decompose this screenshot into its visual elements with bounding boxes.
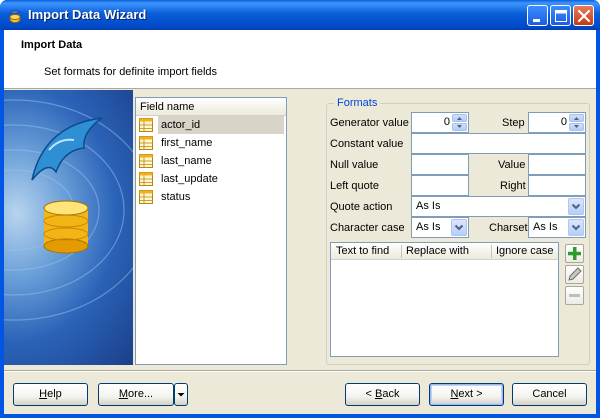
field-list-header[interactable]: Field name <box>136 98 286 116</box>
wizard-client-area: Import Data Set formats for definite imp… <box>4 30 596 414</box>
replace-table-header: Text to find Replace with Ignore case <box>331 243 558 260</box>
field-name: status <box>161 191 191 203</box>
null-value-label: Null value <box>330 159 379 171</box>
minimize-button[interactable] <box>527 5 548 26</box>
more-dropdown-button[interactable] <box>174 383 188 406</box>
spin-up-icon[interactable] <box>452 114 467 122</box>
table-field-icon <box>139 154 153 168</box>
chevron-down-icon[interactable] <box>568 198 584 215</box>
generator-value: 0 <box>443 116 450 128</box>
bottom-separator <box>4 370 596 372</box>
right-quote-label: Right <box>500 180 526 192</box>
cancel-button[interactable]: Cancel <box>512 383 587 406</box>
chevron-down-icon <box>177 393 185 397</box>
right-quote-input[interactable] <box>528 175 586 196</box>
edit-replace-button[interactable] <box>565 265 584 284</box>
list-item[interactable]: last_update <box>136 170 286 188</box>
character-case-select[interactable]: As Is <box>411 217 469 238</box>
charset-select[interactable]: As Is <box>528 217 586 238</box>
dolphin-db-icon <box>4 99 133 321</box>
list-item[interactable]: last_name <box>136 152 286 170</box>
help-button[interactable]: Help <box>13 383 88 406</box>
maximize-button[interactable] <box>550 5 571 26</box>
formats-legend: Formats <box>334 97 381 109</box>
page-title: Import Data <box>21 39 83 51</box>
null-value-input[interactable] <box>411 154 469 175</box>
generator-value-spinner[interactable]: 0 <box>411 112 469 133</box>
list-item[interactable]: first_name <box>136 134 286 152</box>
quote-action-label: Quote action <box>330 201 393 213</box>
replace-table[interactable]: Text to find Replace with Ignore case <box>330 242 559 357</box>
field-name: first_name <box>161 137 213 149</box>
quote-action-value: As Is <box>416 200 441 212</box>
back-button[interactable]: < Back <box>345 383 420 406</box>
spin-up-icon[interactable] <box>569 114 584 122</box>
field-name: actor_id <box>158 116 284 134</box>
column-text-to-find[interactable]: Text to find <box>336 245 389 257</box>
next-button[interactable]: Next > <box>429 383 504 406</box>
remove-replace-button[interactable] <box>565 286 584 305</box>
constant-value-label: Constant value <box>330 138 404 150</box>
step-label: Step <box>502 117 525 129</box>
field-list[interactable]: Field name actor_id first_name last_namela… <box>135 97 287 365</box>
field-name: last_update <box>161 173 218 185</box>
app-icon <box>7 8 23 24</box>
chevron-down-icon[interactable] <box>451 219 467 236</box>
character-case-label: Character case <box>330 222 405 234</box>
value-input[interactable] <box>528 154 586 175</box>
value-label: Value <box>498 159 526 171</box>
close-button[interactable] <box>573 5 594 26</box>
spin-down-icon[interactable] <box>452 123 467 131</box>
table-field-icon <box>139 172 153 186</box>
left-quote-input[interactable] <box>411 175 469 196</box>
column-replace-with[interactable]: Replace with <box>406 245 469 257</box>
list-item[interactable]: status <box>136 188 286 206</box>
window-title: Import Data Wizard <box>28 7 147 22</box>
table-field-icon <box>139 190 153 204</box>
left-quote-label: Left quote <box>330 180 379 192</box>
title-bar[interactable]: Import Data Wizard <box>0 0 600 30</box>
column-ignore-case[interactable]: Ignore case <box>496 245 553 257</box>
step-spinner[interactable]: 0 <box>528 112 586 133</box>
import-data-wizard-window: Import Data Wizard Import Data Set forma… <box>0 0 600 418</box>
wizard-header: Import Data Set formats for definite imp… <box>4 30 596 89</box>
list-item[interactable]: actor_id <box>136 116 286 134</box>
more-button[interactable]: More... <box>98 383 174 406</box>
chevron-down-icon[interactable] <box>568 219 584 236</box>
generator-value-label: Generator value <box>330 117 409 129</box>
character-case-value: As Is <box>416 221 441 233</box>
charset-label: Charset <box>489 222 528 234</box>
quote-action-select[interactable]: As Is <box>411 196 586 217</box>
page-subtitle: Set formats for definite import fields <box>44 66 218 78</box>
constant-value-input[interactable] <box>411 133 586 154</box>
charset-value: As Is <box>533 221 558 233</box>
spin-down-icon[interactable] <box>569 123 584 131</box>
table-field-icon <box>139 118 153 132</box>
add-replace-button[interactable] <box>565 244 584 263</box>
wizard-side-image <box>4 90 133 365</box>
table-field-icon <box>139 136 153 150</box>
step-value: 0 <box>560 116 567 128</box>
field-name: last_name <box>161 155 212 167</box>
